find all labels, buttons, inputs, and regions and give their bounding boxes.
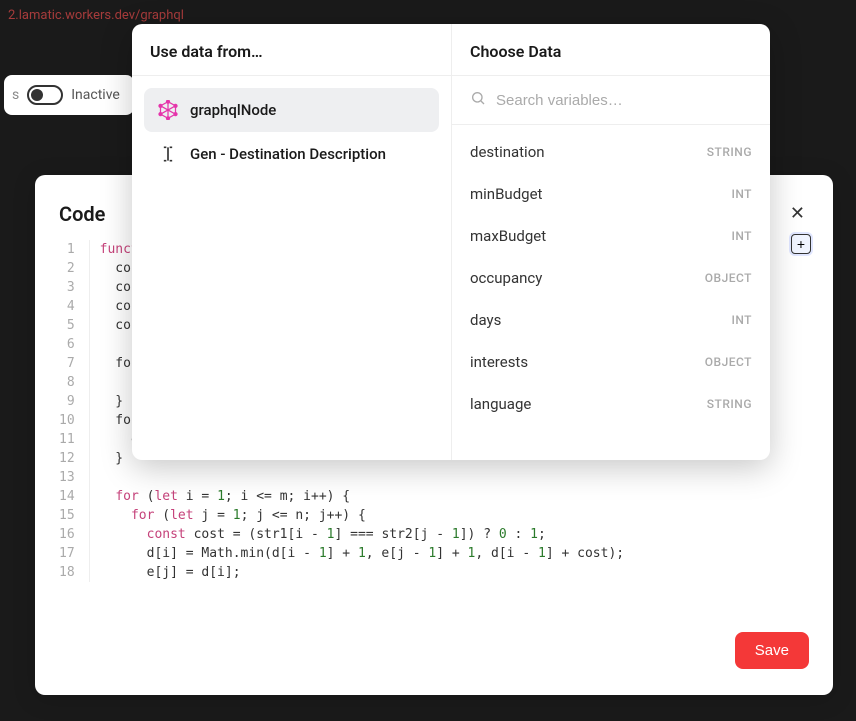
line-gutter: 123456789101112131415161718 xyxy=(59,240,90,582)
variable-name: destination xyxy=(470,143,545,161)
plus-icon: + xyxy=(797,236,805,252)
variable-name: maxBudget xyxy=(470,227,546,245)
bg-url-text: 2.lamatic.workers.dev/graphql xyxy=(8,8,184,23)
variable-item-minBudget[interactable]: minBudget INT xyxy=(452,173,770,215)
graphql-icon xyxy=(158,100,178,120)
variable-name: occupancy xyxy=(470,269,542,287)
code-title: Code xyxy=(59,202,105,226)
letter-s: s xyxy=(12,87,19,103)
search-icon xyxy=(470,90,486,110)
variable-type: OBJECT xyxy=(705,271,752,285)
toggle-switch[interactable] xyxy=(27,85,63,105)
inactive-toggle[interactable]: s Inactive xyxy=(4,75,134,115)
variable-name: minBudget xyxy=(470,185,542,203)
variable-item-maxBudget[interactable]: maxBudget INT xyxy=(452,215,770,257)
variable-item-occupancy[interactable]: occupancy OBJECT xyxy=(452,257,770,299)
use-data-from-header: Use data from… xyxy=(132,24,451,76)
save-button[interactable]: Save xyxy=(735,632,809,669)
popover-right-pane: Choose Data destination STRING minBudget IN… xyxy=(452,24,770,460)
source-list: graphqlNode Gen - Destination Description xyxy=(132,76,451,188)
search-input[interactable] xyxy=(496,92,752,109)
variable-item-destination[interactable]: destination STRING xyxy=(452,131,770,173)
variable-name: interests xyxy=(470,353,528,371)
variable-type: STRING xyxy=(707,397,752,411)
toggle-label: Inactive xyxy=(71,87,120,103)
search-row xyxy=(452,76,770,125)
variable-name: language xyxy=(470,395,531,413)
variable-list: destination STRING minBudget INT maxBudget IN… xyxy=(452,125,770,431)
variable-item-days[interactable]: days INT xyxy=(452,299,770,341)
source-item-1[interactable]: Gen - Destination Description xyxy=(144,132,439,176)
source-item-0[interactable]: graphqlNode xyxy=(144,88,439,132)
popover-left-pane: Use data from… graphqlNode Gen - Destinat… xyxy=(132,24,452,460)
close-icon: ✕ xyxy=(790,203,805,223)
variable-type: INT xyxy=(731,313,752,327)
text-cursor-icon xyxy=(158,144,178,164)
variable-item-language[interactable]: language STRING xyxy=(452,383,770,425)
variable-item-interests[interactable]: interests OBJECT xyxy=(452,341,770,383)
source-label: Gen - Destination Description xyxy=(190,145,386,163)
source-label: graphqlNode xyxy=(190,101,276,119)
add-button[interactable]: + xyxy=(791,234,811,254)
data-picker-popover: Use data from… graphqlNode Gen - Destinat… xyxy=(132,24,770,460)
choose-data-header: Choose Data xyxy=(452,24,770,76)
variable-name: days xyxy=(470,311,501,329)
variable-type: STRING xyxy=(707,145,752,159)
variable-type: INT xyxy=(731,187,752,201)
variable-type: INT xyxy=(731,229,752,243)
close-button[interactable]: ✕ xyxy=(786,199,809,228)
variable-type: OBJECT xyxy=(705,355,752,369)
